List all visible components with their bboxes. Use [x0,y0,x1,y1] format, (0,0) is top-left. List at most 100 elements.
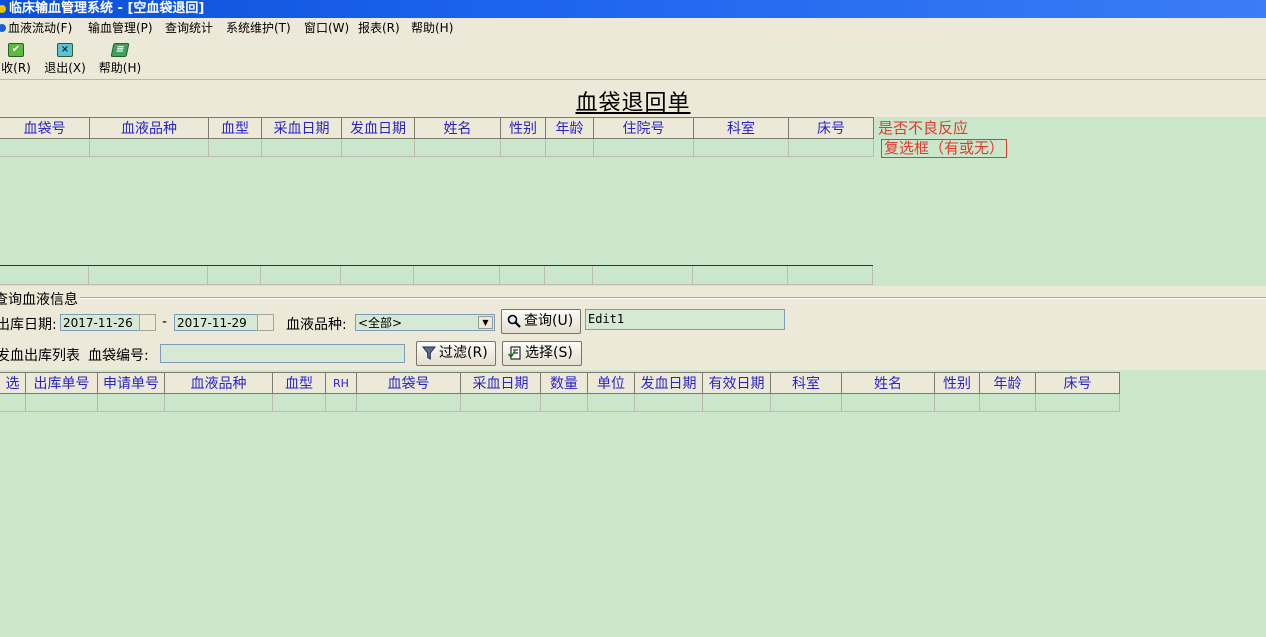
receive-icon: ✔ [8,43,24,57]
column-header[interactable]: 血液品种 [89,117,209,139]
column-header[interactable]: 血液品种 [164,372,273,394]
table-cell[interactable] [164,393,273,412]
table-cell[interactable] [770,393,842,412]
column-header[interactable]: 血袋号 [356,372,461,394]
table-cell[interactable] [414,138,501,157]
help-book-icon: ≡ [110,43,130,57]
summary-cell [593,266,693,285]
menu-item-window[interactable]: 窗口(W) [304,18,349,39]
summary-cell [500,266,545,285]
table-cell[interactable] [634,393,703,412]
date-to-field[interactable]: 2017-11-29 [174,314,258,331]
blood-type-select[interactable]: <全部> ▼ [355,314,495,331]
table-cell[interactable] [0,393,26,412]
menu-item-transfusion[interactable]: 输血管理(P) [88,18,153,39]
table-row[interactable] [0,393,1120,412]
exit-icon: × [57,43,73,57]
table-cell[interactable] [979,393,1036,412]
column-header[interactable]: 床号 [1035,372,1120,394]
table-cell[interactable] [272,393,326,412]
menu-item-maintenance[interactable]: 系统维护(T) [226,18,291,39]
table-cell[interactable] [702,393,771,412]
form-title: 血袋退回单 [575,91,691,116]
table-row[interactable] [0,138,874,157]
exit-button[interactable]: × 退出(X) [42,43,88,76]
table-cell[interactable] [841,393,935,412]
toolbar: ✔ 收(R) × 退出(X) ≡ 帮助(H) [0,39,1266,80]
table-cell[interactable] [788,138,874,157]
column-header[interactable]: 单位 [587,372,635,394]
column-header[interactable]: 科室 [693,117,789,139]
magnifier-icon [507,314,521,328]
table-cell[interactable] [593,138,694,157]
column-header[interactable]: 性别 [934,372,980,394]
date-from-spin[interactable] [139,314,156,331]
menu-item-help[interactable]: 帮助(H) [411,18,453,39]
search-button[interactable]: 查询(U) [501,309,581,334]
column-header[interactable]: 姓名 [414,117,501,139]
out-grid-header: 选 出库单号 申请单号 血液品种 血型 RH 血袋号 采血日期 数量 单位 发血… [0,372,1120,394]
table-cell[interactable] [540,393,588,412]
table-cell[interactable] [460,393,541,412]
table-cell[interactable] [341,138,415,157]
table-cell[interactable] [1035,393,1120,412]
bag-number-input[interactable] [160,344,405,363]
column-header[interactable]: 血型 [272,372,326,394]
column-header[interactable]: 申请单号 [97,372,165,394]
table-cell[interactable] [356,393,461,412]
column-header[interactable]: 发血日期 [634,372,703,394]
column-header[interactable]: 数量 [540,372,588,394]
document-select-icon [508,346,521,360]
column-header[interactable]: 姓名 [841,372,935,394]
return-grid-header: 血袋号 血液品种 血型 采血日期 发血日期 姓名 性别 年龄 住院号 科室 床号 [0,117,874,139]
table-cell[interactable] [208,138,262,157]
column-header[interactable]: 床号 [788,117,874,139]
out-list-grid[interactable]: 选 出库单号 申请单号 血液品种 血型 RH 血袋号 采血日期 数量 单位 发血… [0,372,1120,412]
table-cell[interactable] [325,393,357,412]
menu-item-blood-flow[interactable]: 血液流动(F) [0,18,72,39]
table-cell[interactable] [0,138,90,157]
window-title-bar: 临床输血管理系统 - [空血袋退回] [0,0,1266,18]
column-header[interactable]: 选 [0,372,26,394]
menu-item-query-stats[interactable]: 查询统计 [165,18,213,39]
column-header[interactable]: 住院号 [593,117,694,139]
column-header[interactable]: 采血日期 [261,117,342,139]
summary-cell [208,266,261,285]
summary-cell [545,266,593,285]
column-header[interactable]: 性别 [500,117,546,139]
return-grid[interactable]: 血袋号 血液品种 血型 采血日期 发血日期 姓名 性别 年龄 住院号 科室 床号 [0,117,874,157]
edit1-field[interactable]: Edit1 [585,309,785,330]
column-header[interactable]: 血袋号 [0,117,90,139]
app-icon [0,4,6,13]
column-header[interactable]: 有效日期 [702,372,771,394]
summary-cell [414,266,500,285]
column-header[interactable]: 出库单号 [25,372,98,394]
select-button[interactable]: 选择(S) [502,341,582,366]
table-cell[interactable] [97,393,165,412]
menu-item-reports[interactable]: 报表(R) [358,18,400,39]
column-header[interactable]: RH [325,372,357,394]
table-cell[interactable] [934,393,980,412]
help-button[interactable]: ≡ 帮助(H) [97,43,143,76]
table-cell[interactable] [25,393,98,412]
date-to-spin[interactable] [257,314,274,331]
summary-cell [0,266,89,285]
table-cell[interactable] [587,393,635,412]
table-cell[interactable] [693,138,789,157]
table-cell[interactable] [500,138,546,157]
table-cell[interactable] [89,138,209,157]
column-header[interactable]: 血型 [208,117,262,139]
table-cell[interactable] [261,138,342,157]
receive-button[interactable]: ✔ 收(R) [0,43,36,76]
column-header[interactable]: 年龄 [545,117,594,139]
column-header[interactable]: 采血日期 [460,372,541,394]
filter-button[interactable]: 过滤(R) [416,341,496,366]
adverse-reaction-note: 是否不良反应 [878,119,969,137]
column-header[interactable]: 科室 [770,372,842,394]
column-header[interactable]: 年龄 [979,372,1036,394]
date-from-field[interactable]: 2017-11-26 [60,314,140,331]
table-cell[interactable] [545,138,594,157]
query-panel: 查询血液信息 出库日期: 2017-11-26 - 2017-11-29 血液品… [0,286,1266,370]
chevron-down-icon[interactable]: ▼ [478,316,493,329]
column-header[interactable]: 发血日期 [341,117,415,139]
